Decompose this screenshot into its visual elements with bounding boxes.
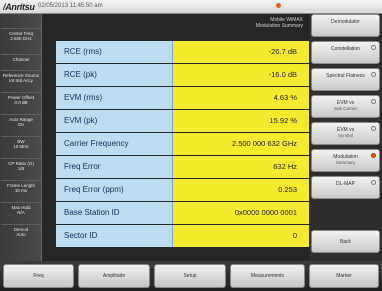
result-label: EVM (pk)	[56, 110, 173, 132]
result-value: 0.253	[173, 179, 309, 201]
result-value: 2.500 000 632 GHz	[173, 133, 309, 155]
result-value: 15.92 %	[173, 110, 309, 132]
result-row: Freq Error (ppm) 0.253	[56, 179, 309, 201]
result-label: Freq Error (ppm)	[56, 179, 173, 201]
param-title: Channel	[12, 57, 30, 62]
result-row: EVM (rms) 4.63 %	[56, 87, 309, 109]
analyzer-screen: /Anritsu 02/05/2013 11:45:50 am Center F…	[0, 0, 382, 291]
result-label: Sector ID	[56, 225, 173, 247]
softkey-evm-vs-subcarrier[interactable]: EVM vs Sub Carrier	[311, 95, 380, 118]
result-value: 632 Hz	[173, 156, 309, 178]
param-value: 0.0 dB	[14, 100, 28, 106]
softkey-label: DL-MAP	[336, 181, 355, 187]
softkey-modulation-summary[interactable]: Modulation Summary	[311, 149, 380, 172]
result-label: EVM (rms)	[56, 87, 173, 109]
timestamp: 02/05/2013 11:45:50 am	[38, 3, 103, 9]
param-demod: Demod Auto	[1, 224, 41, 242]
softkey-back[interactable]: Back	[311, 230, 380, 253]
main-menu-bar: Freq Amplitude Setup Measurements Marker	[0, 261, 382, 291]
result-row: RCE (rms) -26.7 dB	[56, 41, 309, 63]
param-value: Int Std Accy	[9, 78, 33, 84]
measurement-display: Mobile WiMAX Modulation Summary RCE (rms…	[42, 14, 309, 261]
status-indicator-icon	[276, 3, 281, 8]
result-value: 0	[173, 225, 309, 247]
brand-logo: /Anritsu	[3, 2, 35, 12]
result-row: Base Station ID 0x0000 0000 0001	[56, 202, 309, 224]
softkey-label: Demodulator	[331, 19, 360, 25]
result-row: Sector ID 0	[56, 225, 309, 247]
softkey-constellation[interactable]: Constellation	[311, 41, 380, 64]
result-row: Freq Error 632 Hz	[56, 156, 309, 178]
param-value: 10 MHz	[13, 144, 29, 150]
results-table: RCE (rms) -26.7 dB RCE (pk) -16.0 dB EVM…	[56, 41, 309, 248]
param-cp-ratio: CP Ratio (G) 1/8	[1, 158, 41, 176]
parameter-panel: Center Freq 2.500 GHz Channel Reference …	[0, 14, 42, 261]
menu-marker-button[interactable]: Marker	[309, 264, 379, 288]
softkey-dl-map[interactable]: DL-MAP	[311, 176, 380, 199]
result-label: RCE (rms)	[56, 41, 173, 63]
result-label: Carrier Frequency	[56, 133, 173, 155]
result-value: 0x0000 0000 0001	[173, 202, 309, 224]
softkey-demodulator[interactable]: Demodulator	[311, 14, 380, 37]
result-label: Base Station ID	[56, 202, 173, 224]
param-value: 2.500 GHz	[10, 36, 32, 42]
param-value: On	[17, 122, 24, 128]
param-value: 1/8	[17, 166, 25, 172]
param-value: Auto	[16, 232, 26, 238]
result-label: Freq Error	[56, 156, 173, 178]
param-bw: BW 10 MHz	[1, 136, 41, 154]
param-power-offset: Power Offset 0.0 dB	[1, 92, 41, 110]
param-reference-source: Reference Source Int Std Accy	[1, 70, 41, 88]
softkey-label: Spectral Flatness	[326, 73, 365, 79]
soft-key-panel: Demodulator Constellation Spectral Flatn…	[309, 14, 382, 261]
softkey-evm-vs-symbol[interactable]: EVM vs Symbol	[311, 122, 380, 145]
radio-indicator-icon	[371, 99, 376, 104]
softkey-sublabel: Symbol	[337, 133, 353, 138]
result-label: RCE (pk)	[56, 64, 173, 86]
radio-indicator-icon	[371, 45, 376, 50]
menu-amplitude-button[interactable]: Amplitude	[78, 264, 150, 288]
result-value: 4.63 %	[173, 87, 309, 109]
measurement-mode: Modulation Summary	[255, 23, 303, 29]
menu-setup-button[interactable]: Setup	[154, 264, 226, 288]
param-value: 10 ms	[14, 188, 28, 194]
param-value: N/A	[17, 210, 25, 216]
softkey-label: Constellation	[331, 46, 360, 52]
param-frame-length: Frame Length 10 ms	[1, 180, 41, 198]
radio-indicator-icon	[371, 72, 376, 77]
param-auto-range: Auto Range On	[1, 114, 41, 132]
active-indicator-icon	[371, 153, 376, 158]
param-max-hold: Max Hold N/A	[1, 202, 41, 220]
menu-freq-button[interactable]: Freq	[3, 264, 74, 288]
result-row: EVM (pk) 15.92 %	[56, 110, 309, 132]
param-center-freq: Center Freq 2.500 GHz	[1, 28, 41, 44]
param-channel: Channel	[1, 54, 41, 66]
result-row: Carrier Frequency 2.500 000 632 GHz	[56, 133, 309, 155]
result-value: -16.0 dB	[173, 64, 309, 86]
softkey-label: Back	[339, 239, 352, 245]
measurement-title: Mobile WiMAX Modulation Summary	[256, 17, 303, 29]
menu-measurements-button[interactable]: Measurements	[230, 264, 305, 288]
softkey-sublabel: Summary	[335, 160, 356, 165]
softkey-spectral-flatness[interactable]: Spectral Flatness	[311, 68, 380, 91]
result-row: RCE (pk) -16.0 dB	[56, 64, 309, 86]
result-value: -26.7 dB	[173, 41, 309, 63]
radio-indicator-icon	[371, 126, 376, 131]
status-bar: /Anritsu 02/05/2013 11:45:50 am	[0, 0, 382, 14]
softkey-sublabel: Sub Carrier	[333, 106, 357, 111]
radio-indicator-icon	[371, 180, 376, 185]
